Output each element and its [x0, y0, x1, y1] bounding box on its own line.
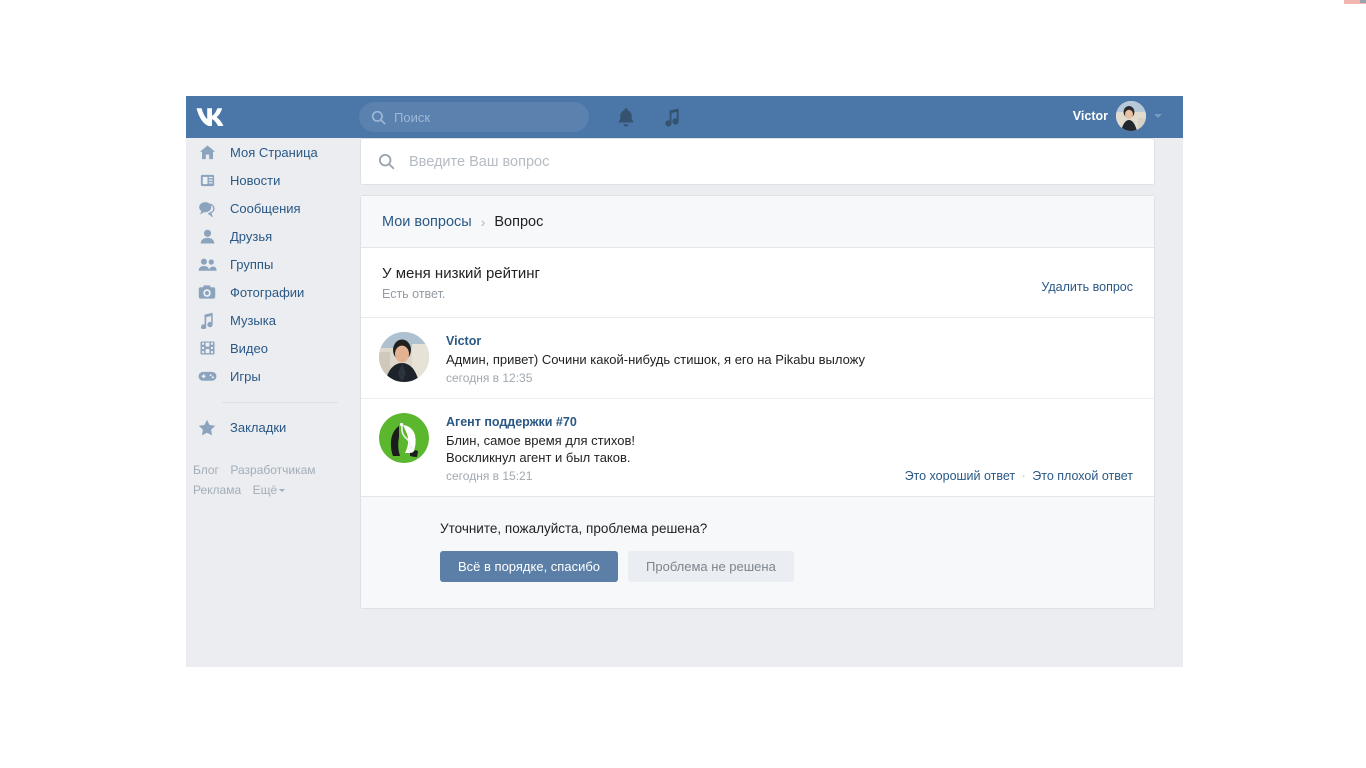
music-button[interactable]: [663, 107, 681, 127]
messages-icon: [197, 198, 217, 218]
question-title: У меня низкий рейтинг: [382, 265, 541, 282]
question-header: У меня низкий рейтинг Есть ответ. Удалит…: [361, 248, 1154, 318]
camera-icon: [197, 282, 217, 302]
top-edge-artifact-2: [1360, 0, 1366, 3]
left-sidebar: Моя Страница Новости Сообщения Друзья Гр…: [186, 138, 360, 667]
user-menu[interactable]: Victor: [1073, 101, 1162, 131]
breadcrumb: Мои вопросы › Вопрос: [361, 196, 1154, 248]
games-icon: [197, 366, 217, 386]
resolution-buttons: Всё в порядке, спасибо Проблема не решен…: [440, 551, 1154, 582]
message-author[interactable]: Агент поддержки #70: [446, 415, 577, 429]
music-icon: [197, 310, 217, 330]
sidebar-item-friends[interactable]: Друзья: [186, 222, 360, 250]
chevron-right-icon: ›: [480, 213, 486, 230]
message-text: Админ, привет) Сочини какой-нибудь стишо…: [446, 352, 866, 367]
vk-page: Victor Моя Страница: [186, 96, 1183, 667]
sidebar-item-games[interactable]: Игры: [186, 362, 360, 390]
sidebar-item-messages[interactable]: Сообщения: [186, 194, 360, 222]
sidebar-item-news[interactable]: Новости: [186, 166, 360, 194]
avatar[interactable]: [1116, 101, 1146, 131]
footer-link-developers[interactable]: Разработчикам: [230, 463, 315, 477]
problem-solved-button[interactable]: Всё в порядке, спасибо: [440, 551, 619, 582]
global-search-box[interactable]: [359, 102, 589, 132]
chevron-down-icon: [279, 489, 286, 493]
sidebar-label: Музыка: [230, 312, 276, 328]
answer-rating: Это хороший ответ · Это плохой ответ: [905, 469, 1133, 483]
message-timestamp: сегодня в 12:35: [446, 371, 533, 385]
groups-icon: [197, 254, 217, 274]
music-note-icon: [665, 108, 679, 127]
message-body: Victor Админ, привет) Сочини какой-нибуд…: [446, 332, 1133, 385]
sidebar-label: Сообщения: [230, 200, 301, 216]
breadcrumb-current: Вопрос: [494, 213, 544, 230]
avatar[interactable]: [379, 413, 429, 463]
sidebar-label: Моя Страница: [230, 144, 318, 160]
message-text-line-1: Блин, самое время для стихов!: [446, 433, 635, 448]
footer-link-more-label: Ещё: [252, 483, 278, 497]
resolution-prompt-text: Уточните, пожалуйста, проблема решена?: [440, 521, 708, 536]
main-content: Мои вопросы › Вопрос У меня низкий рейти…: [360, 138, 1183, 667]
sidebar-label: Новости: [230, 172, 281, 188]
video-icon: [197, 338, 217, 358]
global-search-input[interactable]: [394, 109, 564, 125]
message-author[interactable]: Victor: [446, 334, 481, 348]
sidebar-item-music[interactable]: Музыка: [186, 306, 360, 334]
message-item: Агент поддержки #70 Блин, самое время дл…: [361, 398, 1154, 496]
top-header-bar: Victor: [186, 96, 1183, 138]
delete-question-link[interactable]: Удалить вопрос: [1041, 280, 1133, 294]
sidebar-divider: [222, 402, 338, 403]
sidebar-item-groups[interactable]: Группы: [186, 250, 360, 278]
star-icon: [197, 417, 217, 437]
avatar[interactable]: [379, 332, 429, 382]
resolution-prompt-block: Уточните, пожалуйста, проблема решена? В…: [361, 496, 1154, 608]
user-name-label: Victor: [1072, 109, 1108, 123]
bell-icon: [618, 108, 634, 127]
chevron-down-icon: [1154, 114, 1162, 118]
sidebar-label: Игры: [230, 368, 261, 384]
message-text-line-2: Воскликнул агент и был таков.: [446, 450, 631, 465]
footer-link-advertising[interactable]: Реклама: [193, 483, 241, 497]
rate-separator: ·: [1021, 469, 1026, 483]
footer-link-more[interactable]: Ещё: [253, 483, 286, 497]
sidebar-label: Видео: [230, 340, 268, 356]
news-icon: [197, 170, 217, 190]
sidebar-label: Друзья: [230, 228, 273, 244]
notifications-button[interactable]: [617, 107, 635, 127]
sidebar-label: Фотографии: [230, 284, 305, 300]
rate-good-link[interactable]: Это хороший ответ: [905, 469, 1016, 483]
home-icon: [197, 142, 217, 162]
sidebar-footer-links: Блог Разработчикам Реклама Ещё: [186, 461, 346, 501]
message-item: Victor Админ, привет) Сочини какой-нибуд…: [361, 318, 1154, 398]
sidebar-label: Группы: [230, 256, 274, 272]
breadcrumb-my-questions[interactable]: Мои вопросы: [382, 214, 472, 230]
sidebar-item-bookmarks[interactable]: Закладки: [186, 413, 360, 441]
sidebar-item-photos[interactable]: Фотографии: [186, 278, 360, 306]
sidebar-item-my-page[interactable]: Моя Страница: [186, 138, 360, 166]
question-search-card[interactable]: [360, 138, 1155, 185]
search-icon: [378, 153, 395, 170]
friend-icon: [197, 226, 217, 246]
vk-logo-icon[interactable]: [195, 105, 229, 129]
question-search-input[interactable]: [409, 153, 1049, 170]
search-icon: [371, 110, 386, 125]
question-thread-card: Мои вопросы › Вопрос У меня низкий рейти…: [360, 195, 1155, 609]
footer-link-blog[interactable]: Блог: [193, 463, 219, 477]
question-status: Есть ответ.: [382, 287, 446, 301]
problem-not-solved-button[interactable]: Проблема не решена: [628, 551, 794, 582]
sidebar-label: Закладки: [230, 419, 287, 435]
rate-bad-link[interactable]: Это плохой ответ: [1032, 469, 1133, 483]
sidebar-item-video[interactable]: Видео: [186, 334, 360, 362]
